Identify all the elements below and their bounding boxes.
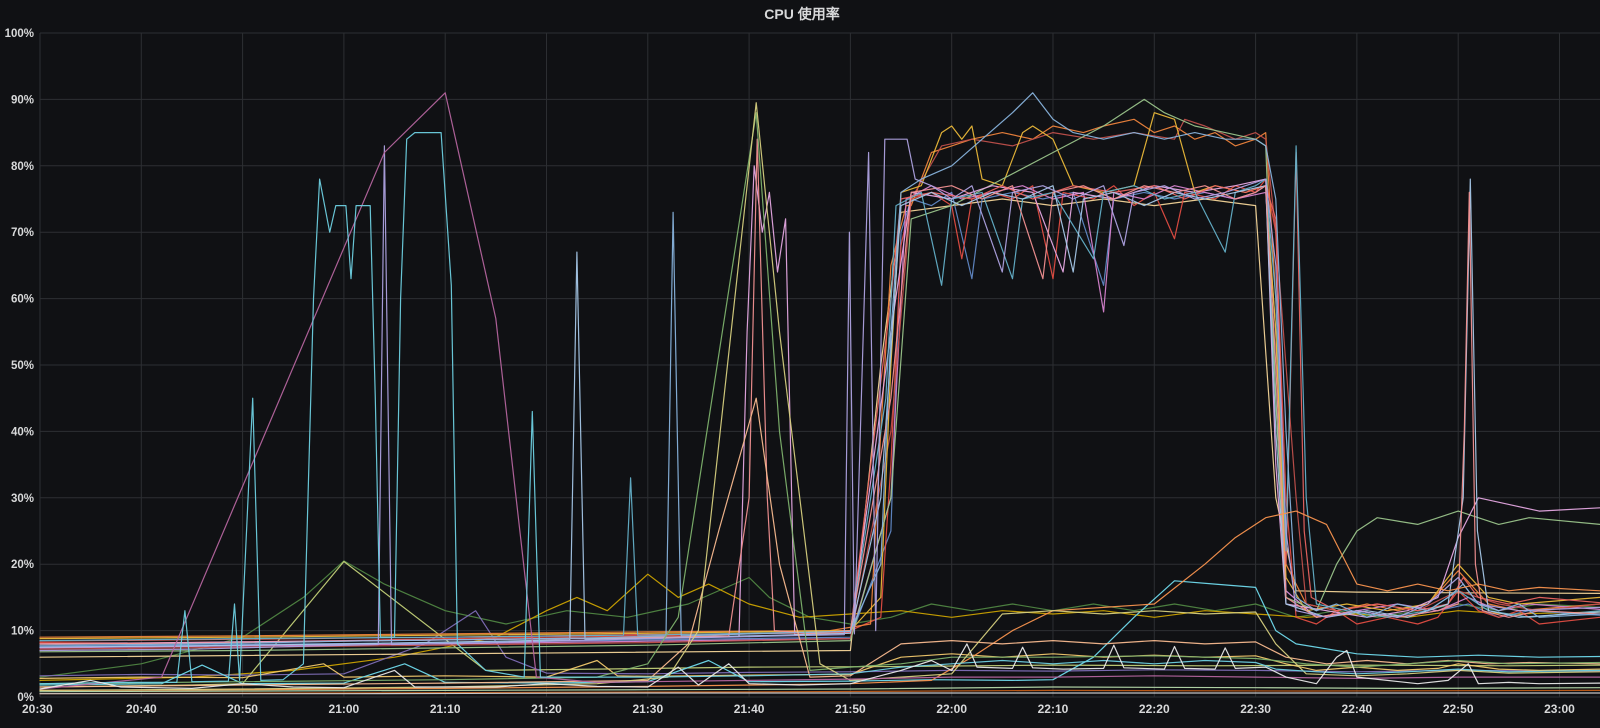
x-axis-tick-label: 23:00 — [1544, 702, 1575, 716]
y-axis-tick-label: 10% — [11, 626, 34, 638]
x-axis-tick-label: 21:50 — [835, 702, 866, 716]
x-axis-tick-label: 21:00 — [329, 702, 360, 716]
y-axis-tick-label: 60% — [11, 294, 34, 306]
x-axis-tick-label: 21:40 — [734, 702, 765, 716]
x-axis-tick-label: 22:00 — [936, 702, 967, 716]
panel-title: CPU 使用率 — [764, 6, 839, 22]
x-axis-tick-label: 22:40 — [1342, 702, 1373, 716]
x-axis-tick-label: 20:30 — [22, 702, 53, 716]
grafana-panel: 0%10%20%30%40%50%60%70%80%90%100%20:3020… — [0, 0, 1600, 728]
y-axis-tick-label: 20% — [11, 559, 34, 571]
y-axis-tick-label: 70% — [11, 227, 34, 239]
y-axis-tick-label: 90% — [11, 94, 34, 106]
x-axis-tick-label: 20:40 — [126, 702, 157, 716]
cpu-usage-chart[interactable]: 0%10%20%30%40%50%60%70%80%90%100%20:3020… — [0, 0, 1600, 728]
y-axis-tick-label: 40% — [11, 426, 34, 438]
y-axis-tick-label: 100% — [5, 28, 34, 40]
x-axis-tick-label: 21:30 — [632, 702, 663, 716]
x-axis-tick-label: 22:10 — [1038, 702, 1069, 716]
x-axis-tick-label: 21:10 — [430, 702, 461, 716]
y-axis-tick-label: 50% — [11, 360, 34, 372]
x-axis-tick-label: 20:50 — [227, 702, 258, 716]
x-axis-tick-label: 22:50 — [1443, 702, 1474, 716]
x-axis-tick-label: 22:30 — [1240, 702, 1271, 716]
x-axis-tick-label: 21:20 — [531, 702, 562, 716]
y-axis-tick-label: 80% — [11, 161, 34, 173]
y-axis-tick-label: 30% — [11, 493, 34, 505]
plot-area[interactable] — [40, 33, 1600, 697]
x-axis-tick-label: 22:20 — [1139, 702, 1170, 716]
